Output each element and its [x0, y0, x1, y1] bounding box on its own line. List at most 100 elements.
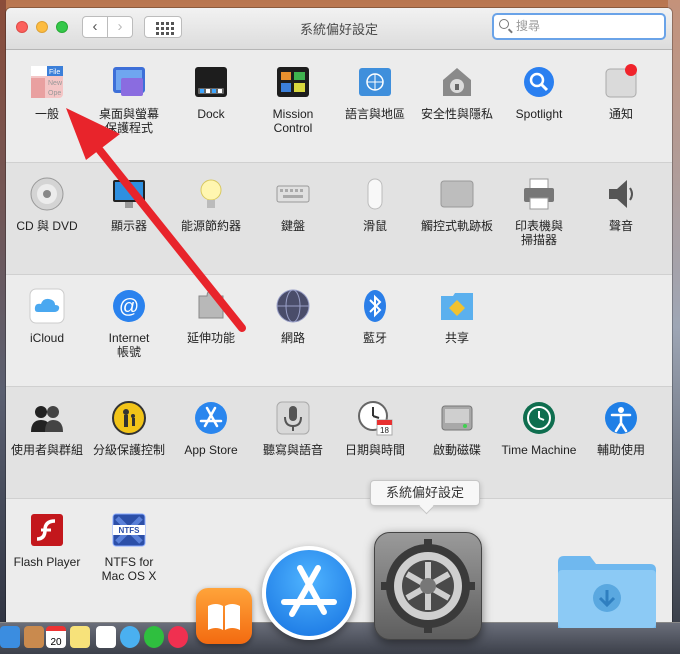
pref-label: 語言與地區 [344, 107, 405, 121]
pref-label: 印表機與 掃描器 [514, 219, 563, 247]
accessibility-icon [603, 400, 639, 436]
pref-printers[interactable]: 印表機與 掃描器 [498, 176, 580, 247]
pref-notifications[interactable]: 通知 [580, 64, 662, 121]
language-region-icon [357, 64, 393, 100]
music-icon[interactable] [168, 626, 188, 648]
search-input[interactable]: 搜尋 [492, 13, 666, 40]
downloads-folder-icon[interactable] [554, 552, 658, 632]
pref-label: Dock [197, 107, 225, 121]
pref-users[interactable]: 使用者與群組 [6, 400, 88, 457]
pref-label: 使用者與群組 [10, 443, 83, 457]
pref-general[interactable]: File New Ope 一般 [6, 64, 88, 121]
search-icon [499, 19, 509, 29]
pref-datetime[interactable]: 18 日期與時間 [334, 400, 416, 457]
startup-disk-icon [439, 400, 475, 436]
pref-dock[interactable]: Dock [170, 64, 252, 121]
mouse-icon [357, 176, 393, 212]
spotlight-icon [521, 64, 557, 100]
pref-bluetooth[interactable]: 藍牙 [334, 288, 416, 345]
pref-mission[interactable]: Mission Control [252, 64, 334, 135]
pref-label: 共享 [444, 331, 469, 345]
svg-text:18: 18 [380, 426, 389, 435]
facetime-icon[interactable] [144, 626, 164, 648]
icloud-icon [29, 288, 65, 324]
svg-text:New: New [48, 80, 63, 87]
pref-keyboard[interactable]: 鍵盤 [252, 176, 334, 233]
keyboard-icon [275, 176, 311, 212]
pref-label: CD 與 DVD [16, 219, 78, 233]
pref-appstore[interactable]: App Store [170, 400, 252, 457]
pref-label: 藍牙 [362, 331, 387, 345]
pref-timemachine[interactable]: Time Machine [498, 400, 580, 457]
contacts-icon[interactable] [24, 626, 44, 648]
pref-flash[interactable]: Flash Player [6, 512, 88, 569]
svg-text:@: @ [119, 296, 139, 318]
pref-label: 啟動磁碟 [432, 443, 481, 457]
pref-label: 分級保護控制 [92, 443, 165, 457]
security-privacy-icon [439, 64, 475, 100]
notes-icon[interactable] [70, 626, 90, 648]
pref-label: 聲音 [608, 219, 633, 233]
pref-label: 鍵盤 [280, 219, 305, 233]
pref-sound[interactable]: 聲音 [580, 176, 662, 233]
ibooks-icon[interactable] [196, 588, 252, 644]
pref-network[interactable]: 網路 [252, 288, 334, 345]
bluetooth-icon [357, 288, 393, 324]
dictation-speech-icon [275, 400, 311, 436]
desktop-screensaver-icon [111, 64, 147, 100]
parental-controls-icon [111, 400, 147, 436]
pref-label: 通知 [608, 107, 633, 121]
svg-text:NTFS: NTFS [119, 526, 141, 535]
pref-label: 滑鼠 [362, 219, 387, 233]
pref-internet[interactable]: @ Internet 帳號 [88, 288, 170, 359]
app-store-icon [193, 400, 229, 436]
pref-dictation[interactable]: 聽寫與語音 [252, 400, 334, 457]
pref-spotlight[interactable]: Spotlight [498, 64, 580, 121]
flash-player-icon [29, 512, 65, 548]
pref-mouse[interactable]: 滑鼠 [334, 176, 416, 233]
pref-startup[interactable]: 啟動磁碟 [416, 400, 498, 457]
app-store-dock-icon[interactable] [262, 546, 356, 640]
title-bar: ‹ › 系統偏好設定 搜尋 [6, 8, 672, 50]
pref-cddvd[interactable]: CD 與 DVD [6, 176, 88, 233]
date-time-icon: 18 [357, 400, 393, 436]
pref-extensions[interactable]: 延伸功能 [170, 288, 252, 345]
cd-dvd-icon [29, 176, 65, 212]
pref-label: Spotlight [515, 107, 563, 121]
messages-icon[interactable] [120, 626, 140, 648]
internet-accounts-icon: @ [111, 288, 147, 324]
sound-icon [603, 176, 639, 212]
pref-ntfs[interactable]: NTFS NTFS for Mac OS X [88, 512, 170, 583]
notifications-icon [603, 64, 639, 100]
pref-trackpad[interactable]: 觸控式軌跡板 [416, 176, 498, 233]
pref-label: Mission Control [272, 107, 314, 135]
pref-label: 安全性與隱私 [420, 107, 493, 121]
pref-label: 日期與時間 [344, 443, 405, 457]
dock-tooltip: 系統偏好設定 [370, 480, 480, 506]
pref-label: 網路 [280, 331, 305, 345]
reminders-icon[interactable] [96, 626, 116, 648]
pref-label: Time Machine [501, 443, 577, 457]
time-machine-icon [521, 400, 557, 436]
pref-language[interactable]: 語言與地區 [334, 64, 416, 121]
pref-sharing[interactable]: 共享 [416, 288, 498, 345]
printers-scanners-icon [521, 176, 557, 212]
pref-displays[interactable]: 顯示器 [88, 176, 170, 233]
pref-label: iCloud [29, 331, 65, 345]
pref-label: 能源節約器 [180, 219, 241, 233]
pref-desktop[interactable]: 桌面與螢幕 保護程式 [88, 64, 170, 135]
calendar-icon[interactable]: 20 [46, 626, 66, 648]
pref-label: 聽寫與語音 [262, 443, 323, 457]
pref-label: 顯示器 [110, 219, 147, 233]
pref-security[interactable]: 安全性與隱私 [416, 64, 498, 121]
pref-parental[interactable]: 分級保護控制 [88, 400, 170, 457]
dock-icon [193, 64, 229, 100]
pref-icloud[interactable]: iCloud [6, 288, 88, 345]
pref-energy[interactable]: 能源節約器 [170, 176, 252, 233]
users-groups-icon [29, 400, 65, 436]
pref-accessibility[interactable]: 輔助使用 [580, 400, 662, 457]
finder-icon[interactable] [0, 626, 20, 648]
pref-label: Flash Player [13, 555, 81, 569]
system-preferences-dock-icon[interactable] [374, 532, 482, 640]
mission-control-icon [275, 64, 311, 100]
